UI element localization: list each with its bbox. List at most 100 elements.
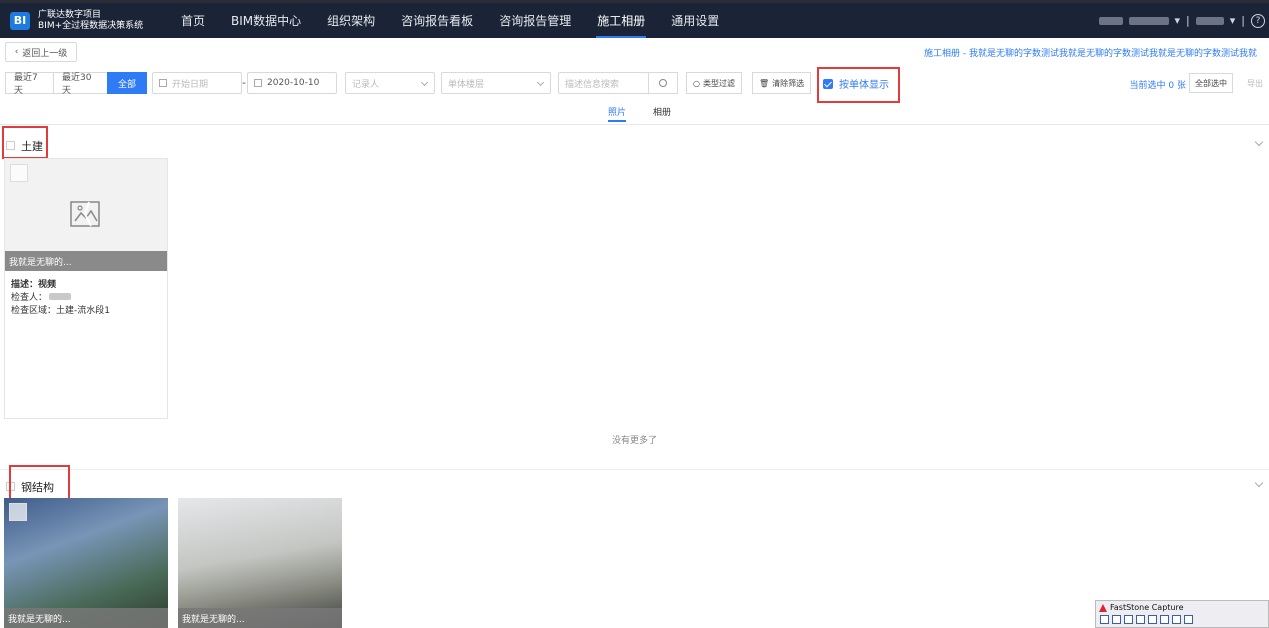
chevron-down-icon[interactable]: ▾ — [1230, 14, 1236, 27]
no-more-text: 没有更多了 — [611, 436, 657, 446]
highlight-box — [2, 126, 48, 159]
photo-thumbnail[interactable]: 我就是无聊的... — [5, 159, 167, 271]
start-date-placeholder: 开始日期 — [172, 79, 209, 90]
type-filter-label: 类型过滤 — [702, 78, 735, 88]
back-button[interactable]: ‹ 返回上一级 — [5, 42, 77, 62]
user-area: ▾ | ▾ | ? — [1098, 3, 1265, 38]
capture-scroll-icon[interactable] — [1160, 615, 1169, 624]
logo-line1: 广联达数字项目 — [38, 9, 102, 20]
chevron-down-icon[interactable] — [1254, 137, 1264, 147]
faststone-title: FastStone Capture — [1110, 603, 1184, 612]
search-placeholder: 描述信息搜索 — [565, 79, 620, 90]
trash-icon: 🗑 — [759, 78, 770, 88]
blurred-project-name — [1098, 16, 1123, 25]
capture-fixed-icon[interactable] — [1172, 615, 1181, 624]
start-date-field[interactable]: 开始日期 — [152, 72, 242, 94]
card-inspector: 检查人： — [11, 292, 161, 305]
faststone-capture-toolbar[interactable]: FastStone Capture — [1095, 600, 1269, 628]
selected-count: 当前选中 0 张 — [1129, 81, 1186, 91]
faststone-logo-icon — [1099, 604, 1107, 612]
capture-fullscreen-icon[interactable] — [1148, 615, 1157, 624]
search-button[interactable] — [648, 72, 678, 94]
chevron-down-icon[interactable] — [1254, 478, 1264, 488]
card-info: 描述：视频 检查人： 检查区域：土建-流水段1 — [5, 271, 167, 326]
range-all-button[interactable]: 全部 — [107, 72, 147, 94]
calendar-icon — [159, 79, 167, 87]
search-icon — [658, 79, 667, 87]
photo-card[interactable]: 我就是无聊的... — [4, 498, 168, 628]
select-all-button[interactable]: 全部选中 — [1189, 73, 1233, 93]
date-range-segment: 最近7天 最近30天 全部 — [5, 72, 147, 96]
section-header-civil[interactable]: 土建 — [0, 133, 1269, 157]
tab-photos[interactable]: 照片 — [608, 105, 627, 122]
nav-item-construction-album[interactable]: 施工相册 — [584, 3, 658, 38]
end-date-value: 2020-10-10 — [267, 78, 320, 88]
photo-card[interactable]: 我就是无聊的... — [178, 498, 342, 628]
building-placeholder: 单体楼层 — [448, 79, 485, 90]
logo[interactable]: BI 广联达数字项目 BIM+全过程数据决策系统 — [10, 10, 160, 32]
breadcrumb: 施工相册 - 我就是无聊的字数测试我就是无聊的字数测试我就是无聊的字数测试我就 — [924, 49, 1257, 59]
capture-tools — [1100, 615, 1268, 624]
broken-image-icon — [70, 201, 100, 227]
nav-item-settings[interactable]: 通用设置 — [658, 3, 732, 38]
nav-item-report-board[interactable]: 咨询报告看板 — [388, 3, 486, 38]
section-divider — [0, 469, 1269, 470]
nav-item-org[interactable]: 组织架构 — [314, 3, 388, 38]
top-nav-bar: BI 广联达数字项目 BIM+全过程数据决策系统 首页 BIM数据中心 组织架构… — [0, 0, 1269, 38]
chevron-down-icon — [420, 78, 429, 87]
nav-item-home[interactable]: 首页 — [168, 3, 218, 38]
logo-line2: BIM+全过程数据决策系统 — [38, 20, 144, 31]
capture-window-icon[interactable] — [1100, 615, 1109, 624]
card-area: 检查区域：土建-流水段1 — [11, 306, 110, 316]
blurred-inspector-name — [49, 293, 72, 300]
blurred-user-name[interactable] — [1195, 16, 1224, 25]
card-caption: 我就是无聊的... — [4, 608, 168, 628]
building-floor-select[interactable]: 单体楼层 — [441, 72, 551, 94]
capture-freehand-icon[interactable] — [1136, 615, 1145, 624]
card-inspector-label: 检查人： — [11, 293, 48, 303]
photo-card[interactable]: 我就是无聊的... 描述：视频 检查人： 检查区域：土建-流水段1 — [4, 158, 168, 419]
main-nav: 首页 BIM数据中心 组织架构 咨询报告看板 咨询报告管理 施工相册 通用设置 — [168, 3, 732, 38]
capture-object-icon[interactable] — [1112, 615, 1121, 624]
back-button-label: 返回上一级 — [22, 48, 68, 59]
recorder-select[interactable]: 记录人 — [345, 72, 435, 94]
capture-video-icon[interactable] — [1184, 615, 1193, 624]
card-caption: 我就是无聊的... — [5, 251, 167, 271]
clear-filter-label: 清除筛选 — [772, 78, 805, 88]
calendar-icon — [254, 79, 262, 87]
date-separator: - — [242, 76, 246, 89]
card-caption: 我就是无聊的... — [178, 608, 342, 628]
description-search-input[interactable]: 描述信息搜索 — [558, 72, 649, 94]
logo-badge: BI — [10, 11, 30, 30]
view-tabs: 照片 相册 — [0, 100, 1269, 125]
photo-thumbnail[interactable]: 我就是无聊的... — [4, 498, 168, 628]
tab-albums[interactable]: 相册 — [653, 105, 671, 118]
end-date-field[interactable]: 2020-10-10 — [247, 72, 337, 94]
separator: | — [1241, 14, 1245, 27]
filter-bar: 最近7天 最近30天 全部 开始日期 - 2020-10-10 记录人 单体楼层… — [0, 70, 1269, 96]
section-header-steel[interactable]: 钢结构 — [0, 474, 1269, 498]
nav-item-report-manage[interactable]: 咨询报告管理 — [486, 3, 584, 38]
search-icon: ○ — [693, 78, 700, 88]
chevron-left-icon: ‹ — [14, 47, 19, 57]
recorder-placeholder: 记录人 — [352, 79, 380, 90]
chevron-down-icon[interactable]: ▾ — [1175, 14, 1181, 27]
range-7-days-button[interactable]: 最近7天 — [5, 72, 54, 96]
clear-filter-button[interactable]: 🗑 清除筛选 — [752, 72, 812, 94]
export-button[interactable]: 导出 — [1247, 78, 1263, 89]
blurred-org-name[interactable] — [1128, 16, 1169, 25]
highlight-box — [817, 67, 900, 103]
logo-text: 广联达数字项目 BIM+全过程数据决策系统 — [38, 10, 143, 32]
nav-item-bim-data[interactable]: BIM数据中心 — [218, 3, 314, 38]
help-icon[interactable]: ? — [1251, 13, 1265, 28]
card-checkbox[interactable] — [9, 503, 27, 521]
highlight-box — [9, 465, 70, 500]
photo-thumbnail[interactable]: 我就是无聊的... — [178, 498, 342, 628]
chevron-down-icon — [536, 78, 545, 87]
card-checkbox[interactable] — [10, 164, 28, 182]
capture-rect-icon[interactable] — [1124, 615, 1133, 624]
type-filter-button[interactable]: ○ 类型过滤 — [686, 72, 742, 94]
range-30-days-button[interactable]: 最近30天 — [53, 72, 108, 96]
card-description: 描述：视频 — [11, 280, 57, 290]
separator: | — [1186, 14, 1190, 27]
